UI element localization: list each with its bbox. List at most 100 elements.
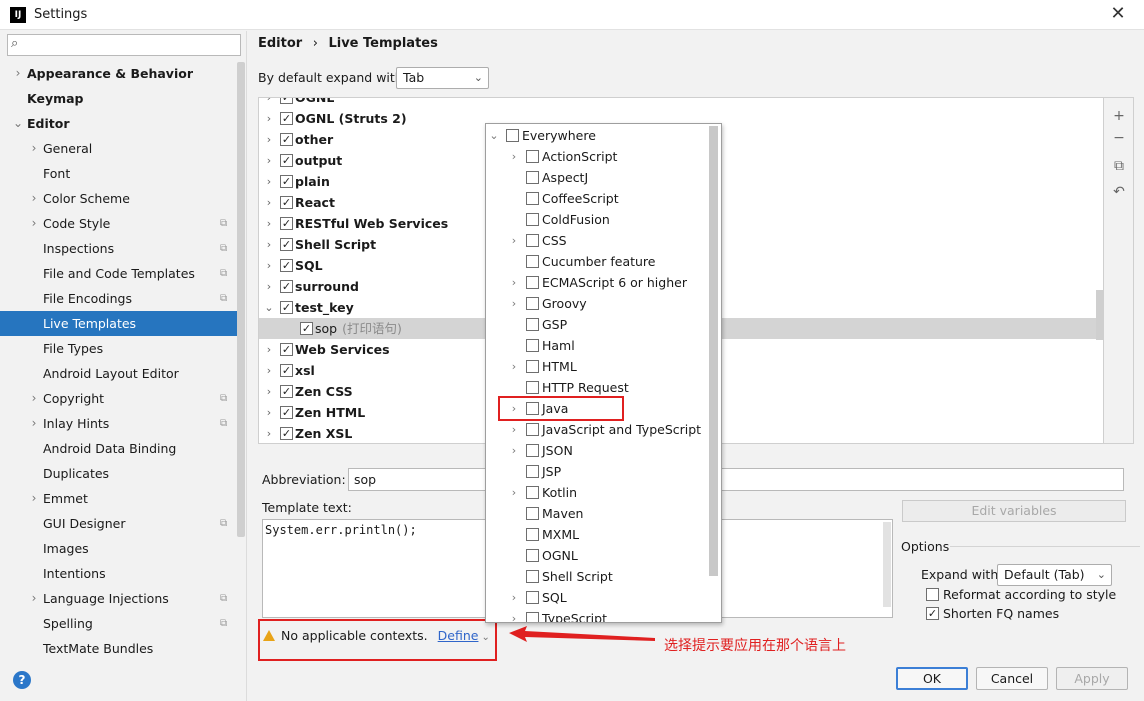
context-item[interactable]: ⌄ Everywhere	[486, 125, 712, 146]
chevron-right-icon[interactable]: ›	[28, 136, 40, 161]
chevron-right-icon[interactable]: ›	[263, 234, 275, 255]
context-checkbox[interactable]	[526, 318, 539, 331]
context-checkbox[interactable]	[526, 276, 539, 289]
sidebar-item[interactable]: › Appearance & Behavior	[0, 61, 237, 86]
context-checkbox[interactable]	[526, 528, 539, 541]
sidebar-item[interactable]: › Copyright ⧉	[0, 386, 237, 411]
context-checkbox[interactable]	[526, 486, 539, 499]
context-item[interactable]: › ActionScript	[486, 146, 712, 167]
template-checkbox[interactable]: ✓	[280, 343, 293, 356]
sidebar-item[interactable]: Duplicates	[0, 461, 237, 486]
chevron-right-icon[interactable]: ›	[28, 186, 40, 211]
sidebar-item[interactable]: Keymap	[0, 86, 237, 111]
context-checkbox[interactable]	[526, 549, 539, 562]
context-item[interactable]: › SQL	[486, 587, 712, 608]
chevron-down-icon[interactable]: ⌄	[488, 125, 500, 146]
sidebar-item[interactable]: › General	[0, 136, 237, 161]
add-icon[interactable]: +	[1112, 108, 1126, 124]
chevron-right-icon[interactable]: ›	[28, 411, 40, 436]
chevron-right-icon[interactable]: ›	[263, 213, 275, 234]
chevron-right-icon[interactable]: ›	[508, 293, 520, 314]
breadcrumb-parent[interactable]: Editor	[258, 36, 302, 51]
chevron-right-icon[interactable]: ›	[263, 98, 275, 108]
search-input[interactable]: ⌕	[7, 34, 241, 56]
sidebar-item[interactable]: Intentions	[0, 561, 237, 586]
context-item[interactable]: OGNL	[486, 545, 712, 566]
context-item[interactable]: AspectJ	[486, 167, 712, 188]
template-checkbox[interactable]: ✓	[280, 133, 293, 146]
template-checkbox[interactable]: ✓	[280, 385, 293, 398]
chevron-right-icon[interactable]: ›	[508, 272, 520, 293]
expand-with-select[interactable]: Default (Tab) ⌄	[997, 564, 1112, 586]
reformat-checkbox-row[interactable]: Reformat according to style	[926, 587, 1116, 602]
chevron-right-icon[interactable]: ›	[263, 423, 275, 443]
chevron-right-icon[interactable]: ›	[263, 360, 275, 381]
chevron-right-icon[interactable]: ›	[28, 211, 40, 236]
help-icon[interactable]: ?	[13, 671, 31, 689]
revert-icon[interactable]: ↶	[1112, 184, 1126, 200]
shorten-checkbox[interactable]: ✓	[926, 607, 939, 620]
template-checkbox[interactable]: ✓	[280, 406, 293, 419]
sidebar-item[interactable]: File Encodings ⧉	[0, 286, 237, 311]
template-text-scrollbar[interactable]	[883, 522, 891, 607]
context-item[interactable]: HTTP Request	[486, 377, 712, 398]
chevron-right-icon[interactable]: ›	[508, 419, 520, 440]
sidebar-item[interactable]: › Emmet	[0, 486, 237, 511]
template-checkbox[interactable]: ✓	[280, 217, 293, 230]
apply-button[interactable]: Apply	[1056, 667, 1128, 690]
sidebar-item[interactable]: › Color Scheme	[0, 186, 237, 211]
template-checkbox[interactable]: ✓	[280, 175, 293, 188]
context-item[interactable]: GSP	[486, 314, 712, 335]
sidebar-item[interactable]: › Code Style ⧉	[0, 211, 237, 236]
context-item[interactable]: ColdFusion	[486, 209, 712, 230]
template-checkbox[interactable]: ✓	[280, 196, 293, 209]
context-item[interactable]: Cucumber feature	[486, 251, 712, 272]
sidebar-item[interactable]: File Types	[0, 336, 237, 361]
sidebar-scrollbar[interactable]	[237, 62, 245, 537]
chevron-right-icon[interactable]: ›	[263, 381, 275, 402]
sidebar-item[interactable]: GUI Designer ⧉	[0, 511, 237, 536]
context-item[interactable]: › Kotlin	[486, 482, 712, 503]
reformat-checkbox[interactable]	[926, 588, 939, 601]
chevron-right-icon[interactable]: ›	[12, 61, 24, 86]
sidebar-item[interactable]: Spelling ⧉	[0, 611, 237, 636]
template-list-scrollbar[interactable]	[1096, 290, 1104, 340]
expand-select[interactable]: Tab ⌄	[396, 67, 489, 89]
sidebar-item[interactable]: Inspections ⧉	[0, 236, 237, 261]
template-checkbox[interactable]: ✓	[280, 259, 293, 272]
template-checkbox[interactable]: ✓	[280, 98, 293, 104]
chevron-right-icon[interactable]: ›	[508, 230, 520, 251]
context-checkbox[interactable]	[526, 444, 539, 457]
shorten-checkbox-row[interactable]: ✓ Shorten FQ names	[926, 606, 1059, 621]
template-checkbox[interactable]: ✓	[280, 280, 293, 293]
context-item[interactable]: › HTML	[486, 356, 712, 377]
chevron-down-icon[interactable]: ⌄	[12, 111, 24, 136]
chevron-right-icon[interactable]: ›	[263, 108, 275, 129]
context-item[interactable]: › CSS	[486, 230, 712, 251]
abbreviation-input[interactable]: sop	[348, 468, 1124, 491]
context-item[interactable]: › Groovy	[486, 293, 712, 314]
context-checkbox[interactable]	[526, 507, 539, 520]
template-checkbox[interactable]: ✓	[280, 427, 293, 440]
chevron-right-icon[interactable]: ›	[508, 146, 520, 167]
context-checkbox[interactable]	[526, 171, 539, 184]
sidebar-item[interactable]: Images	[0, 536, 237, 561]
chevron-right-icon[interactable]: ›	[28, 486, 40, 511]
template-checkbox[interactable]: ✓	[280, 238, 293, 251]
sidebar-item[interactable]: › Language Injections ⧉	[0, 586, 237, 611]
context-item[interactable]: Shell Script	[486, 566, 712, 587]
context-item[interactable]: › JSON	[486, 440, 712, 461]
template-checkbox[interactable]: ✓	[280, 154, 293, 167]
chevron-right-icon[interactable]: ›	[263, 255, 275, 276]
chevron-right-icon[interactable]: ›	[508, 440, 520, 461]
template-checkbox[interactable]: ✓	[280, 364, 293, 377]
context-checkbox[interactable]	[526, 234, 539, 247]
sidebar-item[interactable]: Android Layout Editor	[0, 361, 237, 386]
copy-icon[interactable]: ⧉	[1112, 158, 1126, 174]
context-checkbox[interactable]	[526, 213, 539, 226]
context-item[interactable]: CoffeeScript	[486, 188, 712, 209]
context-item[interactable]: › TypeScript	[486, 608, 712, 622]
context-checkbox[interactable]	[526, 423, 539, 436]
sidebar-item[interactable]: › Inlay Hints ⧉	[0, 411, 237, 436]
chevron-right-icon[interactable]: ›	[508, 608, 520, 622]
